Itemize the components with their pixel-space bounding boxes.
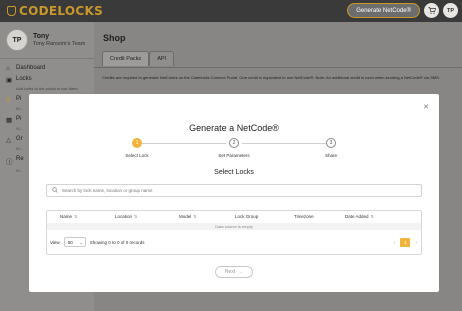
- column-label: Timezone: [294, 214, 314, 219]
- next-button-label: Next: [224, 269, 236, 275]
- column-header-model[interactable]: Model ⇅: [179, 214, 197, 219]
- page-number-button[interactable]: 1: [400, 238, 411, 247]
- tab-credit-packs[interactable]: Credit Packs: [102, 51, 150, 66]
- column-header-lock-group: Lock Group: [235, 214, 258, 219]
- step-share: 3 Share: [291, 138, 371, 158]
- column-label: Lock Group: [235, 214, 259, 219]
- step-number: 3: [326, 138, 336, 148]
- page-size-value: 50: [67, 239, 73, 245]
- tab-api[interactable]: API: [149, 51, 175, 66]
- column-label: Model: [179, 214, 192, 219]
- search-input[interactable]: [62, 188, 412, 193]
- sort-icon: ⇅: [193, 214, 197, 219]
- search-box: [46, 184, 422, 197]
- search-icon: [52, 186, 58, 195]
- modal-title: Generate a NetCode®: [189, 123, 279, 133]
- cart-icon[interactable]: [424, 3, 439, 18]
- step-label: Set Parameters: [218, 153, 250, 158]
- logo-lock-icon: [7, 6, 16, 16]
- sidebar-item-label: Pi: [16, 116, 22, 122]
- lock-icon: ▣: [6, 77, 13, 84]
- next-button[interactable]: Next →: [215, 266, 253, 278]
- sidebar-divider: [0, 58, 94, 59]
- generate-netcode-modal: ✕ Generate a NetCode® 1 Select Lock 2 Se…: [29, 94, 439, 292]
- step-number: 1: [132, 138, 142, 148]
- prev-page-icon[interactable]: ‹: [394, 240, 396, 246]
- arrow-right-icon: →: [238, 269, 244, 275]
- sidebar-item-locks[interactable]: ▣ Locks: [0, 74, 94, 86]
- sidebar-item-label: Gr: [16, 136, 23, 142]
- next-page-icon[interactable]: ›: [415, 240, 417, 246]
- home-icon: ⌂: [6, 65, 10, 72]
- step-number: 2: [229, 138, 239, 148]
- sidebar-item-label: Re: [16, 156, 24, 162]
- info-icon: ⓘ: [6, 159, 13, 166]
- step-label: Select Lock: [125, 153, 149, 158]
- page-size-select[interactable]: 50 ⌄: [63, 237, 86, 247]
- sidebar-item-label: Dashboard: [16, 65, 46, 71]
- user-team: Tony Ransom's Team: [33, 41, 86, 47]
- records-count: Showing 0 to 0 of 0 records: [89, 239, 145, 245]
- user-name: Tony: [33, 33, 50, 40]
- group-icon: △: [6, 137, 11, 144]
- step-set-parameters: 2 Set Parameters: [194, 138, 274, 158]
- avatar: TP: [6, 29, 28, 51]
- chevron-down-icon: ⌄: [79, 239, 83, 245]
- view-label: View: [50, 239, 60, 245]
- step-label: Share: [324, 153, 337, 158]
- table-header: Name ⇅ Location ⇅ Model ⇅ Lock Group Timezo…: [47, 211, 421, 221]
- sidebar-item-description: Add locks to the portal to use them: [16, 86, 78, 91]
- sidebar-item-label: Pi: [16, 96, 22, 102]
- user-avatar-button[interactable]: TP: [443, 3, 458, 18]
- key-icon: ⚲: [6, 97, 11, 104]
- top-bar: CODELOCKS Generate NetCode® TP: [0, 0, 462, 22]
- column-label: Name: [60, 214, 73, 219]
- close-icon[interactable]: ✕: [423, 103, 429, 111]
- column-header-date-added[interactable]: Date Added ⇅: [345, 214, 374, 219]
- grid-icon: ▦: [6, 117, 13, 124]
- tab-bar: Credit Packs API: [102, 51, 175, 66]
- sidebar-item-dashboard[interactable]: ⌂ Dashboard: [0, 63, 94, 74]
- user-block[interactable]: TP Tony Tony Ransom's Team: [0, 22, 94, 56]
- generate-netcode-button[interactable]: Generate NetCode®: [347, 3, 420, 18]
- table-footer: View 50 ⌄ Showing 0 to 0 of 0 records ‹ …: [47, 233, 421, 251]
- section-title: Select Locks: [214, 169, 254, 176]
- empty-state-row: Data source is empty: [47, 223, 421, 230]
- sort-icon: ⇅: [134, 214, 138, 219]
- codelocks-logo[interactable]: CODELOCKS: [7, 4, 103, 18]
- sidebar-item-label: Locks: [16, 76, 32, 82]
- column-header-timezone: Timezone: [294, 214, 314, 219]
- brand-name: CODELOCKS: [19, 4, 104, 18]
- locks-table: Name ⇅ Location ⇅ Model ⇅ Lock Group Timezo…: [46, 210, 422, 255]
- sort-icon: ⇅: [74, 214, 78, 219]
- credits-info-text: Credits are required to generate NetCode…: [102, 75, 440, 80]
- column-header-location[interactable]: Location ⇅: [115, 214, 137, 219]
- page-title: Shop: [103, 33, 126, 43]
- column-label: Date Added: [345, 214, 369, 219]
- sort-icon: ⇅: [370, 214, 374, 219]
- pagination: ‹ 1 ›: [394, 238, 417, 247]
- column-label: Location: [115, 214, 133, 219]
- step-select-lock: 1 Select Lock: [97, 138, 177, 158]
- tab-divider: [94, 67, 462, 68]
- column-header-name[interactable]: Name ⇅: [60, 214, 77, 219]
